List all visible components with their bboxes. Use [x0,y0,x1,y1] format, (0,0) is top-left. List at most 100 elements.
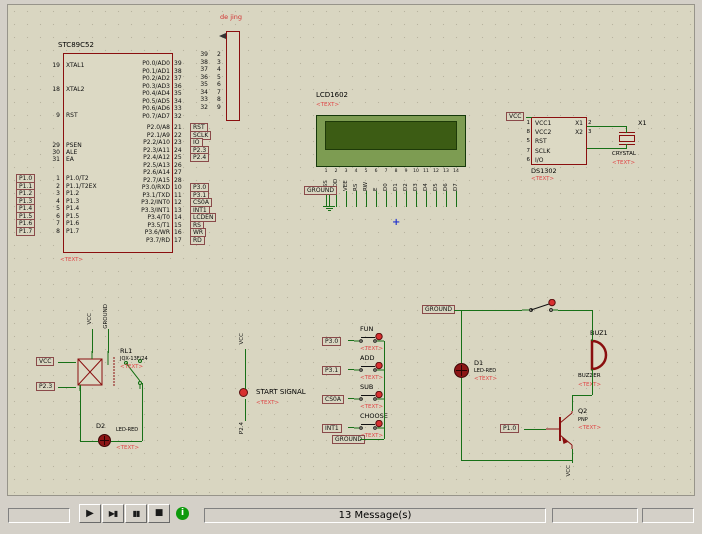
chip-pin: P0.4/AD435 [110,90,170,98]
ds1302-title: DS1302 [531,167,557,175]
net-label-ground: GROUND [422,305,455,314]
net-label-vcc: VCC [36,357,54,366]
lcd-body[interactable] [316,115,466,167]
start-button[interactable] [239,388,248,397]
wire [58,387,76,388]
wire [456,191,457,207]
wire [111,441,142,442]
chip-pin: 5 RST [532,137,586,146]
wire [80,385,81,441]
component-text: <TEXT> [256,400,279,406]
wire [386,191,387,207]
wire [108,329,109,353]
respack-pin: 347 [196,89,221,97]
chip-pin: 6 I/O [532,156,586,165]
origin-marker-icon: + [392,217,400,228]
net-label: P1.7 [16,227,35,236]
wire [426,191,427,207]
push-button[interactable]: SUB CS0A <TEXT> [322,383,422,412]
wire [461,378,462,460]
component-text: <TEXT> [120,364,143,370]
push-button[interactable]: ADD P3.1 <TEXT> [322,354,422,383]
push-button[interactable]: FUN P3.0 <TEXT> [322,325,422,354]
net-label-vcc-vertical: VCC [87,313,93,324]
wire [526,117,532,118]
wire [416,191,417,207]
net-label: RD [190,236,205,245]
wire [245,399,246,421]
relay-ref: RL1 [120,347,132,355]
chip-pin: 7 SCLK [532,147,586,156]
start-signal-label: START SIGNAL [256,388,306,396]
lcd-pin: 11 D4 [421,169,431,207]
simulation-toolbar: ▶ ▶▮ ▮▮ ■ i 13 Message(s) [0,498,702,534]
crystal-symbol[interactable] [619,144,635,145]
crystal-ref: X1 [638,119,647,127]
led-d1-ref: D1 [474,359,483,367]
chip-pin: P0.7/AD732 [110,113,170,121]
wire [626,144,627,149]
wire [406,191,407,207]
wire [142,383,143,441]
respack-pin: 356 [196,81,221,89]
status-message-panel[interactable]: 13 Message(s) [204,508,546,523]
chip-pin: P2.3/A1124 P2.3 [110,147,170,155]
buzzer-symbol[interactable] [582,339,612,371]
chip-pin: P0.5/AD534 [110,98,170,106]
net-label: INT1 [322,424,342,433]
switch-symbol[interactable] [522,299,558,315]
wire [461,310,462,363]
lcd-pin: 8 D1 [391,169,401,207]
chip-pin: P2.6/A1427 [110,169,170,177]
pause-button[interactable]: ▮▮ [125,504,147,523]
step-button[interactable]: ▶▮ [102,504,124,523]
respack-body[interactable] [226,31,240,121]
message-log-icon[interactable]: i [176,507,189,520]
lcd-screen [325,121,457,150]
lcd-pin: 3 VEE [341,169,351,207]
chip-pin: P3.4/T014 LCDEN [110,214,170,222]
mcu-chip[interactable]: 19XTAL1 18XTAL2 9RST 29PSEN 30ALE 31EA P… [63,53,173,253]
component-text: <TEXT> [116,445,139,451]
chip-pin: P2.1/A922 SCLK [110,132,170,140]
component-text: <TEXT> [578,425,601,431]
net-label: P3.1 [322,366,341,375]
net-label-vcc-vertical: VCC [239,333,245,344]
crystal-name: CRYSTAL [612,151,636,157]
wire [587,126,626,127]
ds1302-chip[interactable]: 1 VCC1X1 2 8 VCC2X2 3 5 RST 7 SCLK 6 I/O [531,117,587,165]
respack-pin: 365 [196,74,221,82]
lcd-pin: 14 D7 [451,169,461,207]
crystal-symbol[interactable] [619,135,635,142]
respack-pin: 374 [196,66,221,74]
respack-pin: 383 [196,59,221,67]
wire [572,395,592,396]
chip-pin: P2.2/A1023 IO [110,139,170,147]
button-symbol[interactable] [354,333,384,347]
chip-pin: P2.5/A1326 [110,162,170,170]
button-symbol[interactable] [354,362,384,376]
wire [384,341,385,439]
stop-button[interactable]: ■ [148,504,170,523]
component-text: <TEXT> [360,346,383,352]
play-button[interactable]: ▶ [79,504,101,523]
status-message: 13 Message(s) [339,510,412,521]
wire [558,310,592,311]
transistor-symbol[interactable] [546,411,576,449]
net-label: P3.0 [322,337,341,346]
relay-model: JQX-13F/24 [120,356,148,362]
button-symbol[interactable] [354,391,384,405]
lcd-pin: 13 D6 [441,169,451,207]
led-d2 [98,434,111,447]
chip-pin: P3.6/WR16 WR [110,229,170,237]
net-label-p2-3: P2.3 [36,382,55,391]
button-symbol[interactable] [354,420,384,434]
schematic-canvas[interactable]: STC89C52 19XTAL1 18XTAL2 9RST 29PSEN 30A… [7,4,695,496]
led-d2-ref: D2 [96,422,105,430]
led-d2-name: LED-RED [116,427,138,433]
component-text: <TEXT> [360,375,383,381]
chip-pin: P0.6/AD633 [110,105,170,113]
crystal-symbol[interactable] [619,132,635,133]
lcd-pin: 4 RS [351,169,361,207]
respack-label: de jing [220,13,242,21]
